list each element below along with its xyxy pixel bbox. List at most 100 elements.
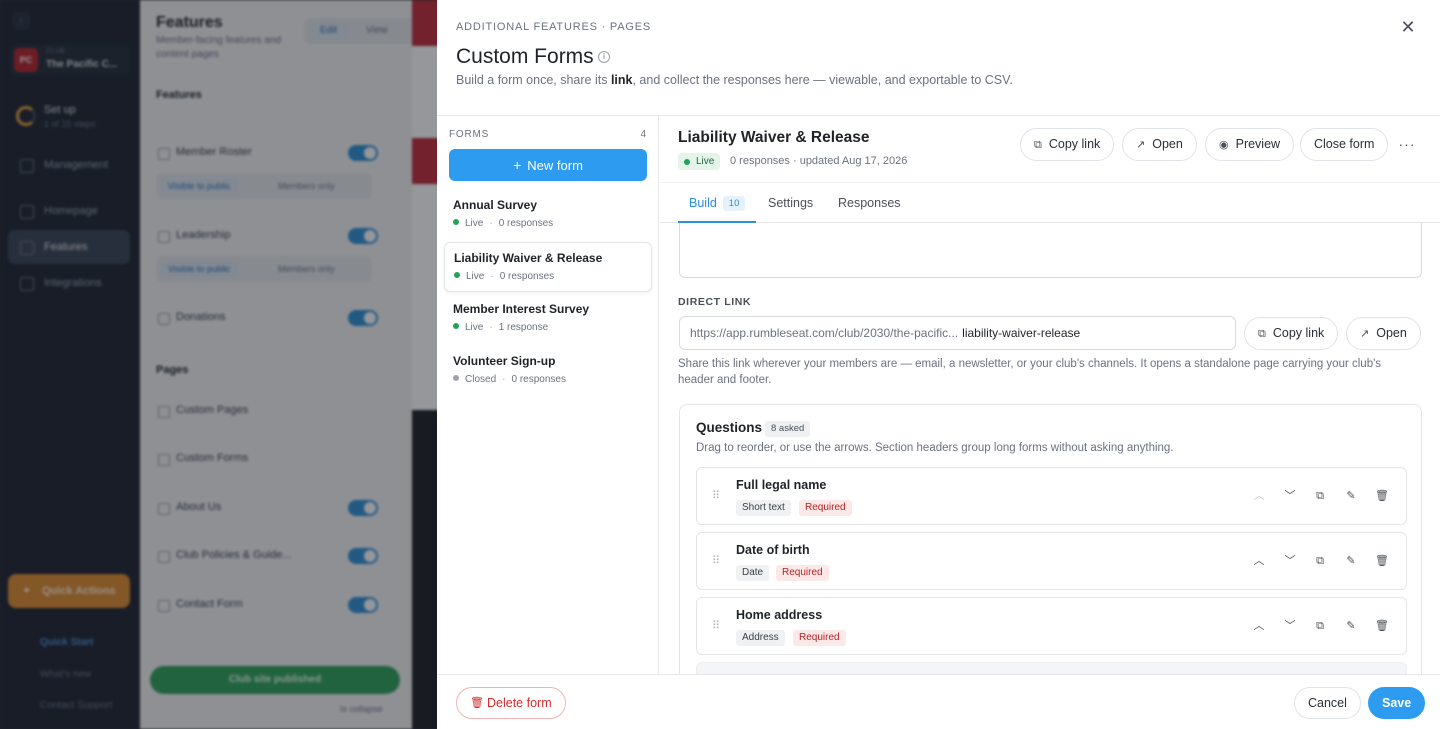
link-slug: liability-waiver-release	[962, 326, 1081, 340]
status-dot-icon	[453, 323, 459, 329]
move-down-icon[interactable]: ﹀	[1281, 552, 1299, 570]
required-badge: Required	[799, 500, 852, 516]
subtitle-part: , and collect the responses here — viewa…	[632, 73, 1013, 87]
move-up-icon[interactable]: ︿	[1250, 487, 1268, 505]
delete-icon[interactable]: 🗑	[1373, 487, 1391, 505]
form-item-volunteer-signup[interactable]: Volunteer Sign-up Closed · 0 responses	[444, 346, 652, 396]
required-badge: Required	[793, 630, 846, 646]
info-icon[interactable]: i	[598, 51, 610, 63]
link-help-text: Share this link wherever your members ar…	[678, 358, 1382, 386]
modal-header: ADDITIONAL FEATURES · PAGES Custom Forms…	[437, 0, 1440, 116]
build-tab-content[interactable]: DIRECT LINK https://app.rumbleseat.com/c…	[660, 223, 1440, 674]
copy-icon: ⧉	[1034, 139, 1042, 151]
custom-forms-modal: ADDITIONAL FEATURES · PAGES Custom Forms…	[437, 0, 1440, 729]
subtitle-link-word: link	[610, 73, 633, 87]
form-meta: 0 responses · updated Aug 17, 2026	[730, 155, 908, 167]
description-textarea[interactable]	[679, 223, 1422, 278]
link-base: https://app.rumbleseat.com/club/2030/the…	[690, 326, 959, 340]
external-link-icon: ↗	[1360, 328, 1370, 340]
questions-title: Questions	[696, 420, 763, 435]
plus-icon: +	[513, 157, 522, 173]
drag-handle-icon[interactable]: ⠿	[712, 554, 720, 567]
form-item-status: Live	[465, 322, 484, 333]
form-item-responses: 0 responses	[499, 271, 555, 282]
question-name: Full legal name	[736, 478, 827, 492]
delete-icon[interactable]: 🗑	[1373, 552, 1391, 570]
close-icon[interactable]: ✕	[1397, 16, 1419, 38]
question-type-badge: Short text	[736, 500, 791, 516]
form-item-annual-survey[interactable]: Annual Survey Live · 0 responses	[444, 190, 652, 240]
question-type-badge: Date	[736, 565, 770, 581]
form-item-meta: Closed · 0 responses	[453, 374, 643, 385]
modal-subtitle: Build a form once, share its link, and c…	[456, 73, 1013, 87]
breadcrumb: ADDITIONAL FEATURES · PAGES	[456, 21, 651, 33]
link-copy-label: Copy link	[1272, 326, 1325, 340]
form-item-name: Liability Waiver & Release	[454, 251, 603, 265]
move-down-icon[interactable]: ﹀	[1281, 487, 1299, 505]
form-item-responses: 0 responses	[498, 218, 554, 229]
modal-footer: 🗑 Delete form Cancel Save	[437, 674, 1440, 729]
duplicate-icon[interactable]: ⧉	[1311, 617, 1329, 635]
move-up-icon[interactable]: ︿	[1250, 552, 1268, 570]
forms-label: FORMS	[449, 129, 490, 140]
subtitle-part: Build a form once, share its	[456, 73, 611, 87]
drag-handle-icon[interactable]: ⠿	[712, 489, 720, 502]
open-button[interactable]: ↗ Open	[1122, 128, 1197, 161]
forms-count: 4	[640, 129, 646, 140]
question-row[interactable]: ⠿ Home address Address Required ︿ ﹀ ⧉ ✎ …	[696, 597, 1407, 655]
external-link-icon: ↗	[1136, 139, 1146, 151]
questions-count-badge: 8 asked	[765, 421, 811, 437]
delete-icon[interactable]: 🗑	[1373, 617, 1391, 635]
form-item-responses: 0 responses	[511, 374, 566, 385]
edit-icon[interactable]: ✎	[1342, 617, 1360, 635]
direct-link-field[interactable]: https://app.rumbleseat.com/club/2030/the…	[679, 316, 1236, 350]
close-form-button[interactable]: Close form	[1300, 128, 1389, 161]
form-item-liability-waiver[interactable]: Liability Waiver & Release Live · 0 respon…	[444, 242, 652, 292]
duplicate-icon[interactable]: ⧉	[1311, 487, 1329, 505]
eye-icon: ◉	[1219, 139, 1229, 151]
form-item-status: Closed	[465, 374, 497, 385]
question-name: Home address	[736, 608, 823, 622]
trash-icon: 🗑	[470, 697, 484, 709]
preview-button[interactable]: ◉ Preview	[1205, 128, 1295, 161]
duplicate-icon[interactable]: ⧉	[1311, 552, 1329, 570]
direct-link-label: DIRECT LINK	[678, 296, 752, 308]
close-form-label: Close form	[1314, 137, 1375, 151]
link-open-label: Open	[1376, 326, 1407, 340]
form-item-status: Live	[466, 271, 485, 282]
tab-settings[interactable]: Settings	[768, 183, 813, 223]
form-item-member-interest[interactable]: Member Interest Survey Live · 1 response	[444, 294, 652, 344]
new-form-button[interactable]: + New form	[449, 149, 647, 181]
form-item-name: Annual Survey	[453, 198, 538, 212]
tab-count-badge: 10	[722, 196, 746, 211]
save-button[interactable]: Save	[1368, 687, 1426, 719]
form-title: Liability Waiver & Release	[678, 129, 870, 146]
more-icon[interactable]: ···	[1396, 134, 1418, 156]
link-copy-button[interactable]: ⧉ Copy link	[1244, 317, 1339, 350]
question-name: Date of birth	[736, 543, 810, 557]
question-row-cut[interactable]	[696, 662, 1407, 674]
drag-handle-icon[interactable]: ⠿	[712, 619, 720, 632]
cancel-button[interactable]: Cancel	[1294, 687, 1361, 719]
move-up-icon[interactable]: ︿	[1250, 617, 1268, 635]
question-row[interactable]: ⠿ Date of birth Date Required ︿ ﹀ ⧉ ✎ 🗑	[696, 532, 1407, 590]
preview-label: Preview	[1235, 137, 1281, 151]
delete-form-button[interactable]: 🗑 Delete form	[456, 687, 566, 719]
form-item-status: Live	[465, 218, 484, 229]
tab-build[interactable]: Build 10	[678, 183, 757, 223]
link-open-button[interactable]: ↗ Open	[1346, 317, 1421, 350]
question-row[interactable]: ⠿ Full legal name Short text Required ︿ …	[696, 467, 1407, 525]
required-badge: Required	[776, 565, 829, 581]
detail-tabs: Build 10 Settings Responses	[660, 182, 1440, 223]
copy-link-label: Copy link	[1048, 137, 1101, 151]
edit-icon[interactable]: ✎	[1342, 487, 1360, 505]
edit-icon[interactable]: ✎	[1342, 552, 1360, 570]
form-item-responses: 1 response	[498, 322, 549, 333]
copy-link-button[interactable]: ⧉ Copy link	[1020, 128, 1115, 161]
move-down-icon[interactable]: ﹀	[1281, 617, 1299, 635]
tab-responses[interactable]: Responses	[838, 183, 901, 223]
modal-title: Custom Forms	[456, 45, 594, 68]
form-item-meta: Live · 0 responses	[454, 271, 642, 282]
form-item-meta: Live · 1 response	[453, 322, 643, 333]
form-item-name: Volunteer Sign-up	[453, 354, 556, 368]
